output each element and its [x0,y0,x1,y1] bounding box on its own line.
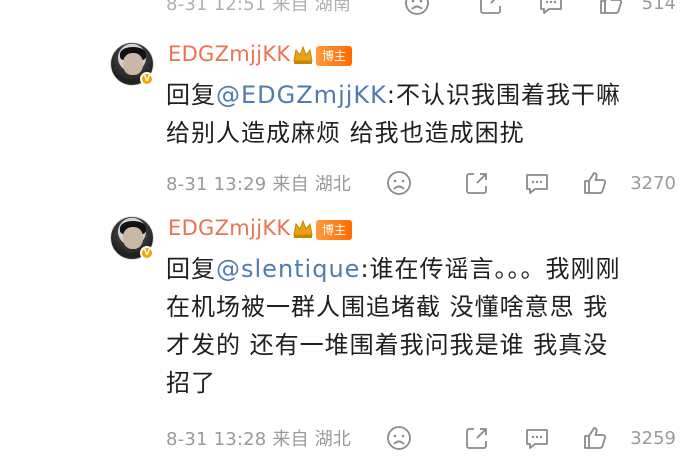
reply-prefix: 回复 [166,255,216,283]
meta-text: 8-31 13:29 来自 湖北 [166,174,352,195]
previous-comment-meta: 8-31 12:51 来自 湖南 514 [166,0,690,20]
comment-line: 回复@slentique:谁在传谣言。。。我刚刚 [166,250,678,288]
comment-line-rest: :谁在传谣言。。。我刚刚 [360,255,621,283]
reply-prefix: 回复 [166,81,216,109]
comment-line: 在机场被一群人围追堵截 没懂啥意思 我 [166,293,609,321]
comment-icon[interactable] [522,168,552,198]
sad-face-icon[interactable] [402,0,432,18]
comment-icon[interactable] [522,423,552,453]
verified-badge-icon: V [140,246,154,260]
crown-icon [292,44,314,66]
comment-line: 才发的 还有一堆围着我问我是谁 我真没 [166,331,609,359]
share-icon[interactable] [462,423,492,453]
thumbs-up-icon[interactable] [580,168,610,198]
comment-text: 回复@slentique:谁在传谣言。。。我刚刚 在机场被一群人围追堵截 没懂啥… [166,250,678,402]
username[interactable]: EDGZmjjKK [168,42,290,66]
share-icon[interactable] [462,168,492,198]
sad-face-icon[interactable] [384,168,414,198]
thumbs-up-icon[interactable] [580,423,610,453]
mention-link[interactable]: @EDGZmjjKK [216,81,387,109]
comment-meta-row: 8-31 13:28 来自 湖北 3259 [166,421,690,455]
comment-line: 回复@EDGZmjjKK:不认识我围着我干嘛 [166,76,678,114]
comment-line: 给别人造成麻烦 给我也造成困扰 [166,119,525,147]
author-tag: 博主 [316,46,353,66]
sad-face-icon[interactable] [384,423,414,453]
share-icon[interactable] [476,0,506,18]
comment-line-rest: :不认识我围着我干嘛 [386,81,621,109]
comment-text: 回复@EDGZmjjKK:不认识我围着我干嘛 给别人造成麻烦 给我也造成困扰 [166,76,678,152]
meta-text: 8-31 12:51 来自 湖南 [166,0,352,15]
author-tag: 博主 [316,220,353,240]
mention-link[interactable]: @slentique [216,255,360,283]
like-count: 3270 [630,172,676,194]
thumbs-up-icon[interactable] [596,0,626,18]
crown-icon [292,218,314,240]
comment-icon[interactable] [536,0,566,18]
meta-text: 8-31 13:28 来自 湖北 [166,429,352,450]
like-count: 3259 [630,427,676,449]
comment-thread: 8-31 12:51 来自 湖南 514 V EDGZmjjKK 博主 回复@E… [0,0,690,471]
verified-badge-icon: V [140,72,154,86]
username[interactable]: EDGZmjjKK [168,216,290,240]
comment-line: 招了 [166,369,216,397]
comment-meta-row: 8-31 13:29 来自 湖北 3270 [166,166,690,200]
like-count: 514 [641,0,676,14]
